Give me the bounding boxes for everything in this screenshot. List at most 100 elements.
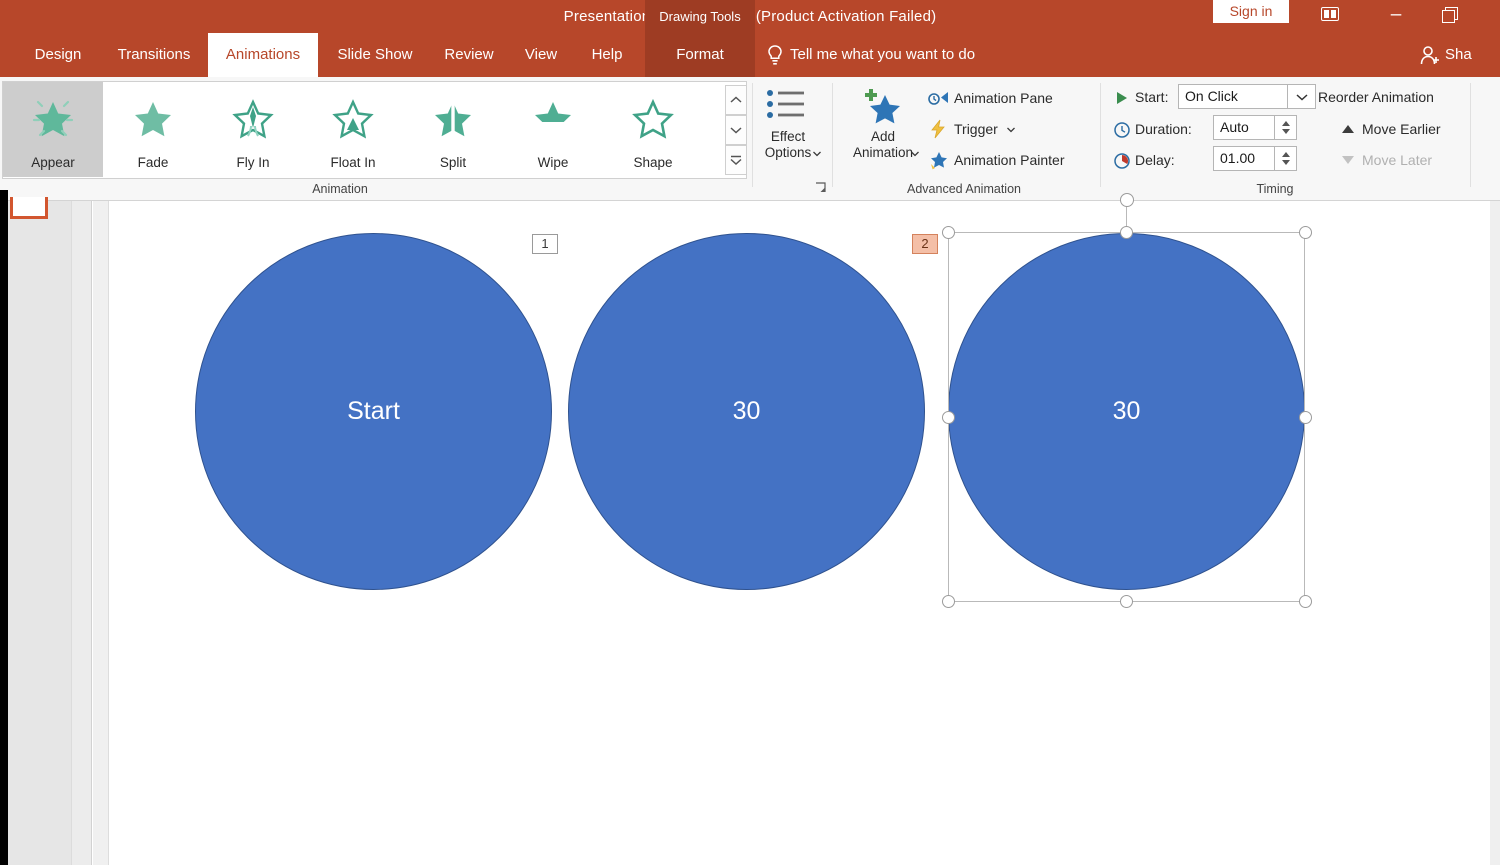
gallery-more-button[interactable] xyxy=(725,145,747,175)
gallery-item-label: Fade xyxy=(103,155,203,170)
slide-shape-start[interactable]: Start xyxy=(195,233,552,590)
gallery-item-shape[interactable]: Shape xyxy=(603,82,703,177)
animation-gallery: Appear Fade Fly In xyxy=(2,81,747,179)
reorder-animation-title: Reorder Animation xyxy=(1318,86,1434,108)
move-earlier-button[interactable]: Move Earlier xyxy=(1340,117,1441,141)
duration-stepper[interactable] xyxy=(1275,115,1297,140)
rotation-handle[interactable] xyxy=(1120,193,1134,207)
selection-handle-top-center[interactable] xyxy=(1120,226,1133,239)
animation-pane-icon xyxy=(928,88,949,108)
effect-options-label-line2: Options xyxy=(755,145,821,161)
slide-shape-30-selected[interactable]: 30 xyxy=(948,233,1305,590)
gallery-item-appear[interactable]: Appear xyxy=(3,82,103,177)
start-select-value[interactable]: On Click xyxy=(1178,84,1288,109)
gallery-scroll-buttons xyxy=(725,85,747,177)
gallery-item-label: Wipe xyxy=(503,155,603,170)
shape-star-icon xyxy=(626,92,680,146)
selection-handle-top-right[interactable] xyxy=(1299,226,1312,239)
animation-painter-label: Animation Painter xyxy=(954,147,1065,173)
gallery-item-split[interactable]: Split xyxy=(403,82,503,177)
delay-stepper-down-icon[interactable] xyxy=(1282,160,1290,165)
gallery-item-fly-in[interactable]: Fly In xyxy=(203,82,303,177)
move-later-arrow-icon xyxy=(1342,156,1354,164)
tab-review[interactable]: Review xyxy=(430,33,508,77)
ribbon: Appear Fade Fly In xyxy=(0,77,1500,201)
chevron-down-icon xyxy=(1296,93,1308,101)
tab-design[interactable]: Design xyxy=(20,33,96,77)
tab-help[interactable]: Help xyxy=(576,33,638,77)
tab-animations[interactable]: Animations xyxy=(208,33,318,77)
delay-stepper-up-icon[interactable] xyxy=(1282,152,1290,157)
gallery-scroll-down-icon xyxy=(730,126,742,134)
slide-canvas[interactable]: Start 1 30 2 30 xyxy=(110,201,1490,865)
gallery-scroll-down-button[interactable] xyxy=(725,115,747,145)
ribbon-display-options-icon xyxy=(1321,7,1339,21)
effect-options-label-line1: Effect xyxy=(755,129,821,145)
minimize-button[interactable]: – xyxy=(1376,0,1416,30)
gallery-item-float-in[interactable]: Float In xyxy=(303,82,403,177)
slide-shape-30-middle[interactable]: 30 xyxy=(568,233,925,590)
gallery-item-fade[interactable]: Fade xyxy=(103,82,203,177)
delay-stepper[interactable] xyxy=(1275,146,1297,171)
delay-input[interactable]: 01.00 xyxy=(1213,146,1275,171)
shape-text: Start xyxy=(347,397,400,426)
tab-format[interactable]: Format xyxy=(645,33,755,77)
tab-view[interactable]: View xyxy=(512,33,570,77)
pane-splitter[interactable] xyxy=(93,201,109,865)
split-star-icon xyxy=(426,92,480,146)
shape-text: 30 xyxy=(1113,397,1141,426)
add-animation-label-line2: Animation xyxy=(845,145,921,161)
duration-label: Duration: xyxy=(1135,117,1192,141)
selection-handle-middle-left[interactable] xyxy=(942,411,955,424)
chevron-down-icon xyxy=(911,151,919,157)
trigger-label: Trigger xyxy=(954,116,998,142)
gallery-item-wipe[interactable]: Wipe xyxy=(503,82,603,177)
gallery-scroll-up-icon xyxy=(730,96,742,104)
animation-dialog-launcher-icon[interactable] xyxy=(814,181,828,195)
selection-handle-bottom-right[interactable] xyxy=(1299,595,1312,608)
share-button[interactable]: Sha xyxy=(1445,33,1472,77)
tab-transitions[interactable]: Transitions xyxy=(100,33,208,77)
animation-order-badge-1[interactable]: 1 xyxy=(532,234,558,254)
selection-handle-bottom-center[interactable] xyxy=(1120,595,1133,608)
gallery-scroll-up-button[interactable] xyxy=(725,85,747,115)
add-animation-label-line1: Add xyxy=(845,129,921,145)
effect-options-button[interactable]: Effect Options xyxy=(755,85,821,173)
sign-in-button[interactable]: Sign in xyxy=(1213,0,1289,23)
add-animation-star-icon xyxy=(859,87,907,127)
start-label: Start: xyxy=(1135,85,1168,109)
selection-handle-middle-right[interactable] xyxy=(1299,411,1312,424)
fade-star-icon xyxy=(126,92,180,146)
wipe-star-icon xyxy=(526,92,580,146)
contextual-tab-group-label: Drawing Tools xyxy=(645,0,755,33)
selection-handle-bottom-left[interactable] xyxy=(942,595,955,608)
appear-star-icon xyxy=(26,92,80,146)
restore-button[interactable] xyxy=(1429,0,1469,30)
gallery-more-icon xyxy=(729,154,743,166)
play-triangle-icon xyxy=(1113,89,1131,107)
start-select-dropdown[interactable] xyxy=(1288,84,1316,109)
chevron-down-icon xyxy=(813,151,821,157)
tab-slide-show[interactable]: Slide Show xyxy=(322,33,428,77)
restore-window-icon xyxy=(1442,7,1456,21)
slide-thumbnail-1[interactable] xyxy=(10,197,48,219)
effect-options-list-icon xyxy=(765,87,811,127)
thumbnail-pane-scrollbar[interactable] xyxy=(71,201,91,865)
duration-stepper-down-icon[interactable] xyxy=(1282,129,1290,134)
animation-painter-icon xyxy=(928,150,949,170)
duration-input[interactable]: Auto xyxy=(1213,115,1275,140)
move-earlier-arrow-icon xyxy=(1342,125,1354,133)
ribbon-display-options-button[interactable] xyxy=(1310,0,1350,30)
trigger-bolt-icon xyxy=(928,119,949,139)
clock-icon xyxy=(1113,121,1131,139)
move-later-button: Move Later xyxy=(1340,148,1432,172)
chevron-down-icon xyxy=(1007,127,1015,133)
title-bar: Presentation1 - PowerPoint (Product Acti… xyxy=(0,0,1500,33)
animation-order-badge-2[interactable]: 2 xyxy=(912,234,938,254)
clock-delay-icon xyxy=(1113,152,1131,170)
selection-handle-top-left[interactable] xyxy=(942,226,955,239)
add-animation-button[interactable]: Add Animation xyxy=(845,85,921,173)
gallery-item-label: Appear xyxy=(3,155,103,170)
duration-stepper-up-icon[interactable] xyxy=(1282,121,1290,126)
tell-me-search[interactable]: Tell me what you want to do xyxy=(790,33,975,77)
